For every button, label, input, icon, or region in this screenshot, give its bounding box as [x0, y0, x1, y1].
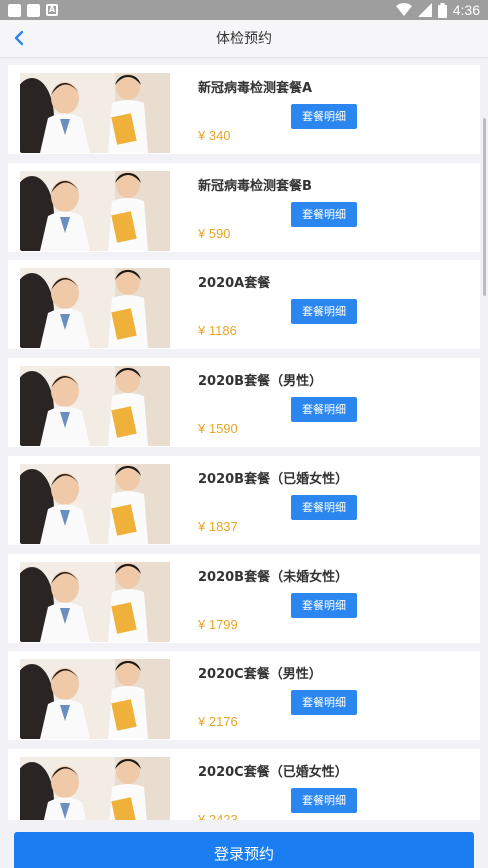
- package-name: 2020B套餐（已婚女性）: [198, 471, 349, 487]
- package-card[interactable]: 2020C套餐（男性） 套餐明细 ¥ 2176: [8, 651, 480, 741]
- package-card[interactable]: 2020C套餐（已婚女性） 套餐明细 ¥ 2423: [8, 748, 480, 820]
- package-price: ¥ 340: [198, 128, 231, 143]
- page-title: 体检预约: [216, 31, 272, 47]
- package-list[interactable]: 新冠病毒检测套餐A 套餐明细 ¥ 340 新冠病毒检测套餐B 套餐明细 ¥ 59…: [0, 58, 488, 820]
- package-name: 2020C套餐（男性）: [198, 667, 322, 683]
- package-price: ¥ 1837: [198, 518, 238, 534]
- package-card[interactable]: 2020B套餐（男性） 套餐明细 ¥ 1590: [8, 358, 480, 448]
- package-thumbnail: [20, 756, 170, 820]
- package-detail-button[interactable]: 套餐明细: [291, 299, 357, 325]
- package-card[interactable]: 新冠病毒检测套餐B 套餐明细 ¥ 590: [8, 162, 480, 252]
- package-card[interactable]: 新冠病毒检测套餐A 套餐明细 ¥ 340: [8, 65, 480, 154]
- package-price: ¥ 1799: [198, 616, 238, 632]
- package-detail-button[interactable]: 套餐明细: [291, 104, 357, 129]
- status-icons-left: A: [8, 4, 58, 17]
- package-card[interactable]: 2020B套餐（未婚女性） 套餐明细 ¥ 1799: [8, 553, 480, 643]
- nav-bar: 体检预约: [0, 20, 488, 58]
- package-detail-button[interactable]: 套餐明细: [291, 494, 357, 520]
- scrollbar[interactable]: [483, 118, 486, 296]
- sim-icon: A: [46, 4, 58, 16]
- package-name: 2020C套餐（已婚女性）: [198, 764, 348, 780]
- package-name: 2020A套餐: [198, 276, 271, 292]
- package-name: 2020B套餐（未婚女性）: [198, 569, 349, 585]
- package-detail-button[interactable]: 套餐明细: [291, 592, 357, 618]
- package-thumbnail: [20, 366, 170, 447]
- package-name: 2020B套餐（男性）: [198, 374, 323, 390]
- battery-icon: [437, 2, 447, 18]
- status-bar: A 4:36: [0, 0, 488, 20]
- package-price: ¥ 590: [198, 225, 231, 241]
- package-price: ¥ 2176: [198, 714, 238, 730]
- clock: 4:36: [452, 2, 480, 18]
- package-card[interactable]: 2020A套餐 套餐明细 ¥ 1186: [8, 260, 480, 350]
- package-detail-button[interactable]: 套餐明细: [291, 787, 357, 813]
- package-thumbnail: [20, 268, 170, 349]
- notification-icon: [8, 4, 21, 17]
- login-booking-button[interactable]: 登录预约: [14, 832, 474, 868]
- package-detail-button[interactable]: 套餐明细: [291, 397, 357, 423]
- status-icons-right: 4:36: [395, 2, 480, 18]
- notification-icon: [27, 4, 40, 17]
- package-name: 新冠病毒检测套餐B: [198, 178, 312, 194]
- package-detail-button[interactable]: 套餐明细: [291, 201, 357, 227]
- package-detail-button[interactable]: 套餐明细: [291, 690, 357, 716]
- package-thumbnail: [20, 73, 170, 153]
- footer: 登录预约: [0, 820, 488, 868]
- package-price: ¥ 1590: [198, 421, 238, 437]
- signal-icon: [417, 3, 432, 17]
- package-thumbnail: [20, 659, 170, 740]
- package-name: 新冠病毒检测套餐A: [198, 81, 313, 96]
- package-price: ¥ 2423: [198, 811, 238, 820]
- package-card[interactable]: 2020B套餐（已婚女性） 套餐明细 ¥ 1837: [8, 455, 480, 545]
- package-price: ¥ 1186: [198, 323, 237, 339]
- wifi-icon: [395, 3, 412, 16]
- package-thumbnail: [20, 561, 170, 642]
- package-thumbnail: [20, 463, 170, 544]
- package-thumbnail: [20, 170, 170, 251]
